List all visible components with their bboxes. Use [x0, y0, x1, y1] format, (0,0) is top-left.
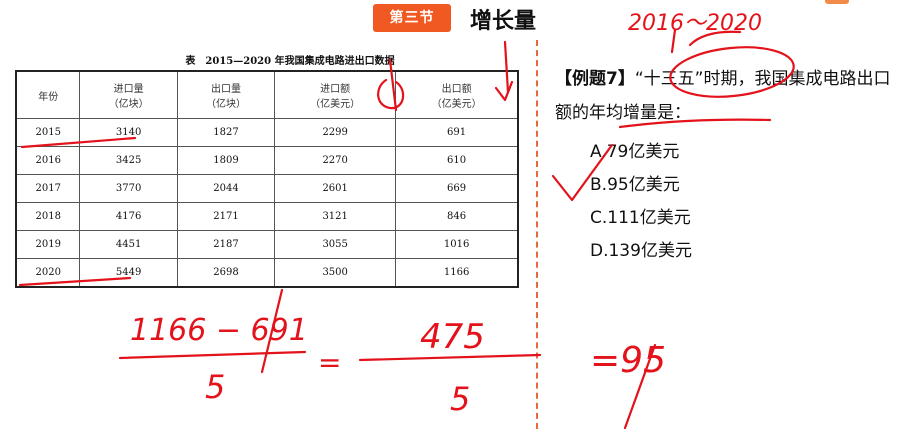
column-header: 进口量 （亿块） [79, 70, 178, 119]
table-cell: 2019 [15, 230, 81, 259]
table-cell: 3425 [79, 146, 178, 175]
calc-mid-numerator: 475 [420, 317, 485, 357]
table-cell: 4451 [79, 230, 178, 259]
table-cell: 3055 [274, 230, 397, 259]
year-range-note: 2016～2020 [628, 11, 762, 36]
column-header: 出口额 （亿美元） [395, 70, 520, 119]
fraction-bar-left [118, 350, 307, 360]
calc-equals: = [318, 346, 341, 379]
table-cell: 2270 [274, 146, 397, 175]
table-cell: 2017 [15, 174, 81, 203]
option-a[interactable]: A.79亿美元 [590, 136, 692, 169]
table-cell: 1809 [176, 146, 276, 175]
option-b[interactable]: B.95亿美元 [590, 169, 692, 202]
corner-tab[interactable] [825, 0, 849, 4]
table-cell: 2020 [15, 258, 81, 288]
table-row: 2020 5449 2698 3500 1166 [15, 258, 520, 288]
table-cell: 669 [395, 174, 520, 203]
section-badge: 第三节 [373, 4, 451, 32]
calc-left-denominator: 5 [205, 368, 225, 406]
option-c[interactable]: C.111亿美元 [590, 202, 692, 235]
option-d[interactable]: D.139亿美元 [590, 235, 692, 268]
table-row: 2019 4451 2187 3055 1016 [15, 230, 520, 259]
table-cell: 2698 [176, 258, 276, 288]
table-cell: 2601 [274, 174, 397, 203]
calc-result: =95 [590, 340, 666, 381]
table-cell: 3500 [274, 258, 397, 288]
fraction-bar-mid [358, 353, 542, 362]
section-title: 增长量 [470, 9, 537, 34]
table-cell: 4176 [79, 202, 178, 231]
strike-stroke [260, 288, 284, 374]
circle-tail [688, 30, 742, 47]
page-divider [536, 40, 538, 429]
calc-left-numerator: 1166 − 691 [130, 313, 308, 348]
table-caption: 表 2015—2020 年我国集成电路进出口数据 [185, 56, 395, 67]
table-cell: 2018 [15, 202, 81, 231]
table-cell: 2044 [176, 174, 276, 203]
table-cell: 1166 [395, 258, 520, 288]
pointer-stroke [670, 28, 677, 54]
calc-mid-denominator: 5 [450, 380, 470, 418]
table-cell: 691 [395, 118, 520, 147]
question-text: 【例题7】“十三五”时期，我国集成电路出口额的年均增量是： [555, 62, 907, 130]
table-row: 2018 4176 2171 3121 846 [15, 202, 520, 231]
data-table: 年份 进口量 （亿块） 出口量 （亿块） 进口额 （亿美元） 出口额 （亿美元） 201… [15, 70, 520, 288]
table-cell: 2171 [176, 202, 276, 231]
table-cell: 3140 [79, 118, 178, 147]
table-cell: 610 [395, 146, 520, 175]
table-cell: 3121 [274, 202, 397, 231]
column-header: 进口额 （亿美元） [274, 70, 397, 119]
table-cell: 2299 [274, 118, 397, 147]
table-cell: 2016 [15, 146, 81, 175]
table-cell: 3770 [79, 174, 178, 203]
table-cell: 846 [395, 202, 520, 231]
table-cell: 2187 [176, 230, 276, 259]
table-cell: 1827 [176, 118, 276, 147]
result-stroke [623, 343, 657, 429]
column-header: 年份 [15, 70, 81, 119]
table-cell: 2015 [15, 118, 81, 147]
table-row: 2017 3770 2044 2601 669 [15, 174, 520, 203]
table-cell: 1016 [395, 230, 520, 259]
table-row: 2015 3140 1827 2299 691 [15, 118, 520, 147]
table-row: 2016 3425 1809 2270 610 [15, 146, 520, 175]
column-header: 出口量 （亿块） [176, 70, 276, 119]
table-header-row: 年份 进口量 （亿块） 出口量 （亿块） 进口额 （亿美元） 出口额 （亿美元） [15, 70, 520, 119]
table-cell: 5449 [79, 258, 178, 288]
question-tag: 【例题7】 [555, 69, 635, 89]
answer-options: A.79亿美元 B.95亿美元 C.111亿美元 D.139亿美元 [590, 136, 692, 268]
